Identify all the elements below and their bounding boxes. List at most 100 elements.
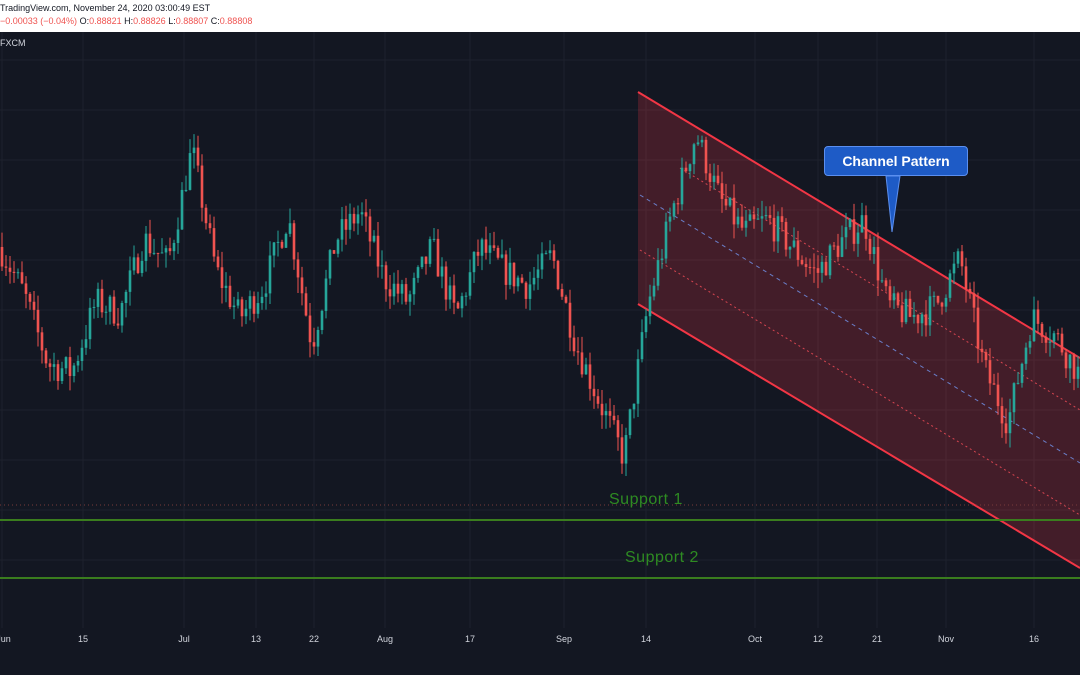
candle [288, 208, 292, 237]
low-label: L: [168, 16, 176, 26]
candle [548, 240, 552, 260]
candle [108, 294, 112, 325]
close-label: C: [210, 16, 220, 26]
candle [184, 175, 188, 192]
candle [204, 204, 208, 230]
time-tick-label: 17 [464, 634, 476, 644]
candle [252, 291, 256, 323]
candle [604, 403, 608, 429]
candle [272, 242, 276, 268]
candle [472, 251, 476, 283]
candle [268, 241, 272, 305]
candle [300, 266, 304, 306]
candle [408, 290, 412, 316]
high-label: H: [124, 16, 134, 26]
candle [248, 290, 252, 321]
candle [360, 202, 364, 226]
candle [20, 261, 24, 285]
candle [36, 295, 40, 347]
candle [292, 220, 296, 270]
candle [12, 261, 16, 283]
time-tick-label: Sep [555, 634, 573, 644]
support-1-label: Support 1 [609, 491, 683, 508]
candle [4, 255, 8, 277]
candle [164, 245, 168, 268]
candle [544, 250, 548, 255]
time-tick-label: 15 [77, 634, 89, 644]
candle [428, 236, 432, 268]
candle [76, 355, 80, 373]
candle [124, 289, 128, 318]
candle [236, 291, 240, 309]
candle [488, 232, 492, 265]
candle [40, 327, 44, 364]
candle [596, 389, 600, 409]
candle [284, 232, 288, 248]
candle [332, 250, 336, 254]
candle [328, 248, 332, 285]
candle [260, 286, 264, 310]
candle [404, 277, 408, 305]
candle [176, 217, 180, 254]
candle [32, 291, 36, 320]
support-lines [0, 504, 1080, 579]
candle [476, 239, 480, 267]
candle [860, 202, 864, 233]
candle [128, 256, 132, 306]
candle [172, 239, 176, 260]
candle [480, 237, 484, 271]
candle [560, 283, 564, 300]
candle [244, 299, 248, 325]
candle [56, 359, 60, 390]
candle [464, 292, 468, 306]
price-chart[interactable] [0, 32, 1080, 628]
candle [1036, 300, 1040, 334]
candle [956, 248, 960, 268]
candle [500, 239, 504, 259]
candle [120, 300, 124, 333]
high-value: 0.88826 [133, 16, 166, 26]
candle [640, 319, 644, 363]
candle [316, 326, 320, 356]
callout-pointer [885, 175, 901, 233]
candle [396, 270, 400, 303]
candle [200, 154, 204, 222]
candle [240, 296, 244, 327]
candle [508, 247, 512, 290]
time-tick-label: Oct [747, 634, 763, 644]
candle [296, 252, 300, 293]
candle [456, 301, 460, 310]
time-tick-label: 22 [308, 634, 320, 644]
candle [324, 269, 328, 319]
candle [828, 243, 832, 279]
candle [448, 276, 452, 309]
candle [556, 259, 560, 291]
candle [388, 275, 392, 309]
candle [416, 265, 420, 283]
candle [552, 244, 556, 269]
ohlc-readout: −0.00033 (−0.04%) O:0.88821 H:0.88826 L:… [0, 16, 252, 26]
candle [188, 139, 192, 191]
candle [348, 203, 352, 239]
candle [420, 256, 424, 270]
candle [68, 346, 72, 391]
time-axis[interactable]: Jun 15 Jul 13 22 Aug 17 Sep 14 Oct 12 21 Nov 16 [0, 628, 1080, 675]
candle [72, 362, 76, 383]
candle [192, 134, 196, 169]
time-tick-label: Aug [376, 634, 394, 644]
candle [380, 250, 384, 279]
candle [48, 358, 52, 382]
candle [504, 250, 508, 300]
candle [484, 226, 488, 260]
candle [616, 415, 620, 451]
candle [948, 269, 952, 302]
candle [532, 266, 536, 291]
candle [564, 294, 568, 304]
candle [520, 274, 524, 284]
candle [136, 253, 140, 275]
candle [368, 208, 372, 257]
chart-header: TradingView.com, November 24, 2020 03:00… [0, 0, 1080, 32]
candle [64, 356, 68, 374]
candle [276, 230, 280, 257]
time-tick-label: 12 [812, 634, 824, 644]
